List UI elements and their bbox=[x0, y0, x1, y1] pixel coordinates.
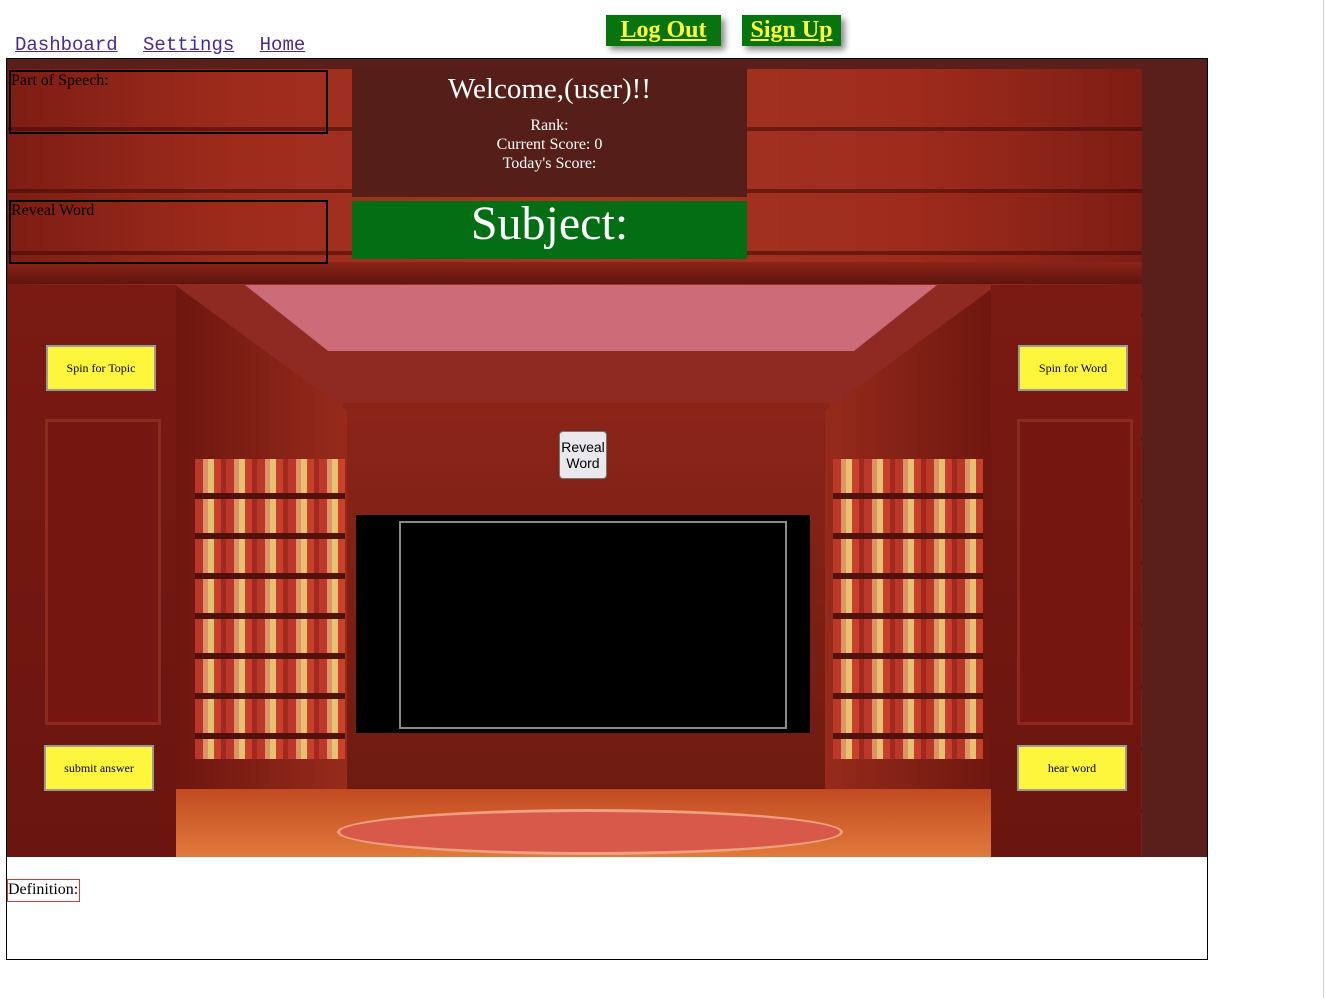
library-scene: Part of Speech: Reveal Word Welcome,(use… bbox=[7, 59, 1207, 857]
log-out-button[interactable]: Log Out bbox=[606, 15, 721, 46]
welcome-heading: Welcome,(user)!! bbox=[448, 73, 651, 105]
bookshelf-left bbox=[195, 459, 345, 759]
definition-label: Definition: bbox=[7, 879, 81, 902]
hear-word-button[interactable]: hear word bbox=[1017, 745, 1127, 791]
reveal-word-label: Reveal Word bbox=[11, 202, 95, 219]
page-edge-divider bbox=[1323, 0, 1324, 998]
sign-up-button[interactable]: Sign Up bbox=[742, 15, 841, 46]
part-of-speech-label: Part of Speech: bbox=[11, 72, 109, 89]
answer-textarea[interactable] bbox=[399, 521, 787, 729]
score-stats: Rank: Current Score: 0 Today's Score: bbox=[352, 116, 747, 173]
subject-banner: Subject: bbox=[352, 200, 747, 259]
floor-rug bbox=[337, 809, 843, 855]
game-container: Part of Speech: Reveal Word Welcome,(use… bbox=[6, 58, 1208, 960]
nav-link-settings[interactable]: Settings bbox=[143, 34, 234, 56]
wood-band bbox=[8, 262, 1142, 284]
part-of-speech-box: Part of Speech: bbox=[9, 70, 328, 134]
answer-screen bbox=[356, 515, 810, 733]
nav-link-dashboard[interactable]: Dashboard bbox=[15, 34, 118, 56]
spin-for-word-button[interactable]: Spin for Word bbox=[1018, 345, 1128, 391]
rank-label: Rank: bbox=[530, 117, 569, 134]
reveal-word-button[interactable]: Reveal Word bbox=[559, 431, 607, 479]
todays-score-label: Today's Score: bbox=[502, 155, 597, 172]
left-door-panel bbox=[45, 419, 161, 725]
current-score-value: 0 bbox=[594, 136, 603, 153]
reveal-word-box: Reveal Word bbox=[9, 200, 328, 264]
current-score-label: Current Score: bbox=[496, 136, 591, 153]
submit-answer-button[interactable]: submit answer bbox=[44, 745, 154, 791]
bookshelf-right bbox=[833, 459, 983, 759]
nav-link-home[interactable]: Home bbox=[260, 34, 306, 56]
right-door-panel bbox=[1017, 419, 1133, 725]
current-score-line: Current Score: 0 bbox=[352, 135, 747, 154]
welcome-panel: Welcome,(user)!! Rank: Current Score: 0 … bbox=[352, 69, 747, 197]
ceiling-skylight bbox=[245, 285, 937, 351]
spin-for-topic-button[interactable]: Spin for Topic bbox=[46, 345, 156, 391]
top-nav: Dashboard Settings Home bbox=[15, 34, 319, 56]
